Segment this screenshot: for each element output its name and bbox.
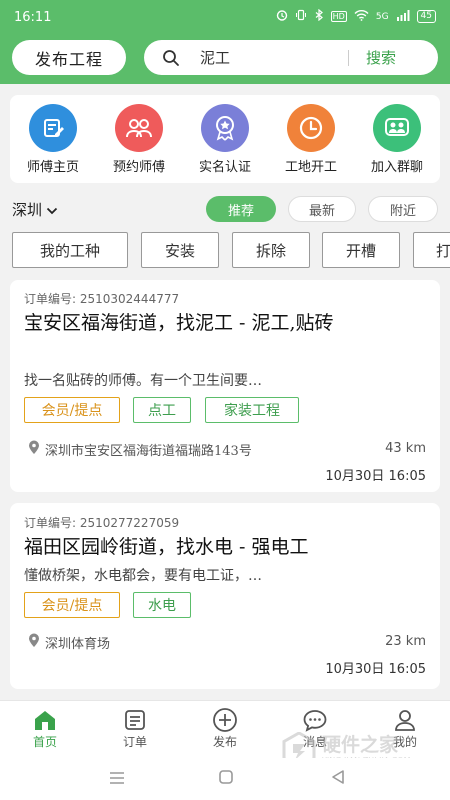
order-time: 10月30日 16:05 <box>325 469 426 484</box>
tab-mine[interactable]: 我的 <box>370 707 440 750</box>
quick-action-site-start[interactable]: 工地开工 <box>268 104 354 175</box>
edit-profile-icon <box>29 104 77 152</box>
tab-label: 发布 <box>212 735 237 749</box>
tab-label: 订单 <box>122 735 147 749</box>
tab-publish[interactable]: 发布 <box>190 707 260 750</box>
quick-action-label: 师傅主页 <box>26 160 79 175</box>
tab-messages[interactable]: 消息 <box>280 707 350 750</box>
home-icon <box>10 707 80 733</box>
battery-indicator: 45 <box>416 10 436 23</box>
city-selector[interactable]: 深圳 <box>12 199 58 220</box>
order-title: 宝安区福海街道，找泥工 - 泥工,贴砖 <box>24 312 334 334</box>
alarm-icon <box>276 9 288 24</box>
order-address: 深圳体育场 <box>28 633 110 652</box>
search-input[interactable] <box>200 46 340 69</box>
home-square-icon[interactable] <box>218 769 234 789</box>
tab-recommended[interactable]: 推荐 <box>206 196 276 222</box>
tab-latest[interactable]: 最新 <box>288 196 356 222</box>
order-number: 订单编号: 2510277227059 <box>24 516 180 530</box>
status-bar: 16:11 HD 5G 45 <box>0 0 450 34</box>
quick-action-label: 预约师傅 <box>112 160 165 175</box>
search-button[interactable]: 搜索 <box>366 47 396 68</box>
order-description: 找一名贴砖的师傅。有一个卫生间要… <box>24 373 262 389</box>
plus-circle-icon <box>190 707 260 733</box>
order-description: 懂做桥架，水电都会，要有电工证，… <box>24 568 262 584</box>
back-triangle-icon[interactable] <box>330 769 346 789</box>
work-tag-more[interactable]: 打 <box>413 232 450 268</box>
message-icon <box>280 707 350 733</box>
tab-nearby[interactable]: 附近 <box>368 196 438 222</box>
user-icon <box>370 707 440 733</box>
quick-actions-card: 师傅主页 预约师傅 实名认证 工地开工 加入群聊 <box>10 95 440 183</box>
order-tag-daywork: 点工 <box>133 397 191 423</box>
bottom-tab-bar: 首页 订单 发布 消息 我的 <box>0 700 450 758</box>
chevron-down-icon <box>46 201 58 219</box>
order-number: 订单编号: 2510302444777 <box>24 292 180 306</box>
status-icons: HD 5G 45 <box>276 8 436 24</box>
location-pin-icon <box>28 440 40 459</box>
status-time: 16:11 <box>14 10 52 25</box>
order-tag-plumbing-electric: 水电 <box>133 592 191 618</box>
work-tag-demolish[interactable]: 拆除 <box>232 232 310 268</box>
clock-icon <box>287 104 335 152</box>
order-tag-home-project: 家装工程 <box>205 397 299 423</box>
city-label: 深圳 <box>12 201 43 219</box>
order-tag-member: 会员/提点 <box>24 397 120 423</box>
badge-star-icon <box>201 104 249 152</box>
header: 发布工程 搜索 <box>0 34 450 84</box>
order-time: 10月30日 16:05 <box>325 662 426 677</box>
work-type-tags: 我的工种 安装 拆除 开槽 打 <box>0 231 450 269</box>
quick-action-label: 加入群聊 <box>370 160 423 175</box>
work-tag-slotting[interactable]: 开槽 <box>322 232 400 268</box>
tab-label: 我的 <box>392 735 417 749</box>
menu-icon[interactable] <box>108 770 126 789</box>
order-address-text: 深圳市宝安区福海街道福瑞路143号 <box>45 444 252 459</box>
order-address-text: 深圳体育场 <box>45 637 111 652</box>
order-tag-member: 会员/提点 <box>24 592 120 618</box>
vibrate-icon <box>295 9 307 24</box>
work-tag-my-trades[interactable]: 我的工种 <box>12 232 128 268</box>
system-nav-bar <box>0 758 450 800</box>
filter-row: 深圳 推荐 最新 附近 <box>0 193 450 225</box>
search-icon <box>162 49 180 71</box>
quick-action-master-home[interactable]: 师傅主页 <box>10 104 96 175</box>
group-icon <box>115 104 163 152</box>
work-tag-install[interactable]: 安装 <box>141 232 219 268</box>
quick-action-label: 工地开工 <box>284 160 337 175</box>
search-bar[interactable]: 搜索 <box>144 40 438 75</box>
tab-home[interactable]: 首页 <box>10 707 80 750</box>
order-card[interactable]: 订单编号: 2510302444777 宝安区福海街道，找泥工 - 泥工,贴砖 … <box>10 280 440 492</box>
quick-action-book-master[interactable]: 预约师傅 <box>96 104 182 175</box>
publish-project-button[interactable]: 发布工程 <box>12 40 126 75</box>
tab-orders[interactable]: 订单 <box>100 707 170 750</box>
order-distance: 43 km <box>385 441 426 456</box>
tab-label: 首页 <box>32 735 57 749</box>
quick-action-verify[interactable]: 实名认证 <box>182 104 268 175</box>
bluetooth-icon <box>314 8 324 24</box>
order-title: 福田区园岭街道，找水电 - 强电工 <box>24 536 309 558</box>
tab-label: 消息 <box>302 735 327 749</box>
signal-icon <box>396 9 410 24</box>
search-divider <box>348 50 349 66</box>
quick-action-join-group[interactable]: 加入群聊 <box>354 104 440 175</box>
signal-label: 5G <box>375 11 389 22</box>
quick-action-label: 实名认证 <box>198 160 251 175</box>
order-distance: 23 km <box>385 634 426 649</box>
hd-label: HD <box>330 11 347 22</box>
location-pin-icon <box>28 633 40 652</box>
order-card[interactable]: 订单编号: 2510277227059 福田区园岭街道，找水电 - 强电工 懂做… <box>10 503 440 689</box>
wifi-icon <box>354 9 369 24</box>
chat-group-icon <box>373 104 421 152</box>
order-icon <box>100 707 170 733</box>
order-address: 深圳市宝安区福海街道福瑞路143号 <box>28 440 252 459</box>
